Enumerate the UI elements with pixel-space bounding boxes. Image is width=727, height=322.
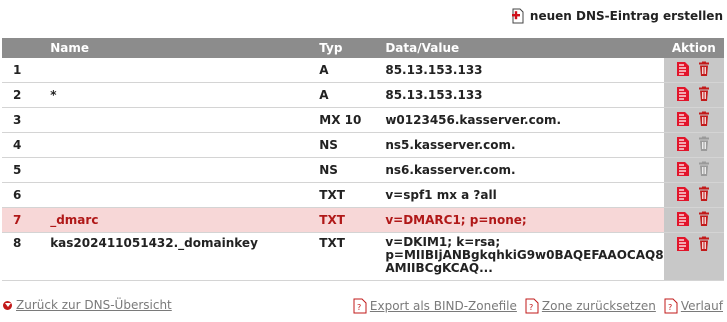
- back-arrow-icon: [3, 300, 12, 310]
- table-row: 4 NS ns5.kasserver.com.: [2, 132, 724, 158]
- record-name: kas202411051432._domainkey: [50, 232, 320, 281]
- header-data: Data/Value: [385, 38, 664, 58]
- edit-icon[interactable]: [675, 61, 691, 77]
- action-cell: [663, 182, 724, 208]
- action-cell: [663, 82, 724, 108]
- edit-icon[interactable]: [675, 211, 691, 227]
- header-type: Typ: [319, 38, 386, 58]
- edit-icon[interactable]: [675, 161, 691, 177]
- record-name: [50, 157, 320, 183]
- record-data: v=spf1 mx a ?all: [385, 182, 664, 208]
- action-cell: [663, 107, 724, 133]
- record-name: [50, 107, 320, 133]
- record-name: *: [50, 82, 320, 108]
- table-row: 3 MX 10 w0123456.kasserver.com.: [2, 107, 724, 133]
- record-data: ns6.kasserver.com.: [385, 157, 664, 183]
- history-link[interactable]: ? Verlauf: [664, 298, 723, 314]
- delete-icon[interactable]: [696, 211, 712, 227]
- document-icon: ?: [353, 298, 367, 314]
- edit-icon[interactable]: [675, 186, 691, 202]
- edit-icon[interactable]: [675, 111, 691, 127]
- delete-icon[interactable]: [696, 186, 712, 202]
- action-cell: [663, 58, 724, 83]
- new-dns-entry-label: neuen DNS-Eintrag erstellen: [529, 9, 723, 23]
- record-data: v=DKIM1; k=rsa; p=MIIBIjANBgkqhkiG9w0BAQE…: [385, 232, 664, 281]
- delete-icon[interactable]: [696, 236, 712, 252]
- row-number: 2: [2, 82, 51, 108]
- row-number: 8: [2, 232, 51, 281]
- table-header-row: Name Typ Data/Value Aktion: [2, 38, 724, 58]
- table-row: 5 NS ns6.kasserver.com.: [2, 157, 724, 183]
- add-document-icon: [510, 8, 526, 24]
- table-row: 1 A 85.13.153.133: [2, 58, 724, 83]
- reset-zone-label[interactable]: Zone zurücksetzen: [542, 299, 656, 313]
- back-link-label[interactable]: Zurück zur DNS-Übersicht: [16, 298, 172, 312]
- export-bind-link[interactable]: ? Export als BIND-Zonefile: [353, 298, 517, 314]
- action-cell: [663, 157, 724, 183]
- record-data: ns5.kasserver.com.: [385, 132, 664, 158]
- svg-text:?: ?: [529, 303, 533, 312]
- record-type: TXT: [319, 207, 386, 233]
- delete-icon: [696, 161, 712, 177]
- record-data: 85.13.153.133: [385, 82, 664, 108]
- row-number: 1: [2, 58, 51, 83]
- delete-icon[interactable]: [696, 111, 712, 127]
- record-type: TXT: [319, 182, 386, 208]
- back-link[interactable]: Zurück zur DNS-Übersicht: [3, 298, 172, 312]
- record-name: _dmarc: [50, 207, 320, 233]
- record-type: A: [319, 82, 386, 108]
- record-name: [50, 58, 320, 83]
- history-label[interactable]: Verlauf: [681, 299, 723, 313]
- action-cell: [663, 207, 724, 233]
- record-type: TXT: [319, 232, 386, 281]
- record-data-line: AMIIBCgKCAQ...: [385, 261, 493, 275]
- record-data: w0123456.kasserver.com.: [385, 107, 664, 133]
- header-name: Name: [50, 38, 320, 58]
- svg-text:?: ?: [357, 303, 361, 312]
- document-icon: ?: [525, 298, 539, 314]
- record-name: [50, 132, 320, 158]
- footer-actions: ? Export als BIND-Zonefile ? Zone zurück…: [353, 298, 723, 314]
- record-type: A: [319, 58, 386, 83]
- new-dns-entry-button[interactable]: neuen DNS-Eintrag erstellen: [510, 8, 723, 24]
- action-cell: [663, 232, 724, 281]
- record-name: [50, 182, 320, 208]
- row-number: 7: [2, 207, 51, 233]
- header-num: [2, 38, 51, 58]
- delete-icon: [696, 136, 712, 152]
- row-number: 6: [2, 182, 51, 208]
- record-type: NS: [319, 157, 386, 183]
- action-cell: [663, 132, 724, 158]
- delete-icon[interactable]: [696, 86, 712, 102]
- export-bind-label[interactable]: Export als BIND-Zonefile: [370, 299, 517, 313]
- table-row: 6 TXT v=spf1 mx a ?all: [2, 182, 724, 208]
- record-type: NS: [319, 132, 386, 158]
- delete-icon[interactable]: [696, 61, 712, 77]
- record-data: v=DMARC1; p=none;: [385, 207, 664, 233]
- record-type: MX 10: [319, 107, 386, 133]
- header-action: Aktion: [663, 38, 724, 58]
- table-row: 7 _dmarc TXT v=DMARC1; p=none;: [2, 207, 724, 233]
- edit-icon[interactable]: [675, 136, 691, 152]
- dns-records-table: Name Typ Data/Value Aktion 1 A 85.13.153.1…: [2, 38, 724, 281]
- reset-zone-link[interactable]: ? Zone zurücksetzen: [525, 298, 656, 314]
- record-data: 85.13.153.133: [385, 58, 664, 83]
- row-number: 3: [2, 107, 51, 133]
- row-number: 5: [2, 157, 51, 183]
- svg-text:?: ?: [668, 303, 672, 312]
- edit-icon[interactable]: [675, 236, 691, 252]
- table-row: 8 kas202411051432._domainkey TXT v=DKIM1; k…: [2, 232, 724, 281]
- table-row: 2 * A 85.13.153.133: [2, 82, 724, 108]
- row-number: 4: [2, 132, 51, 158]
- document-icon: ?: [664, 298, 678, 314]
- edit-icon[interactable]: [675, 86, 691, 102]
